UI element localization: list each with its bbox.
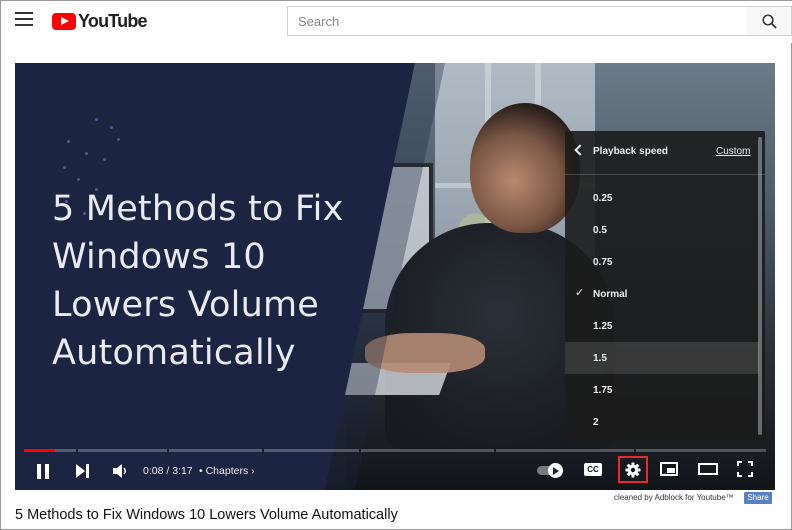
miniplayer-icon[interactable] <box>660 462 678 476</box>
youtube-play-icon <box>52 12 76 30</box>
theater-mode-icon[interactable] <box>698 463 718 475</box>
progress-played <box>24 449 56 452</box>
speed-option-label: 2 <box>593 417 599 428</box>
youtube-logo[interactable]: YouTube <box>52 10 148 31</box>
search-input[interactable] <box>288 7 746 35</box>
adblock-note: cleaned by Adblock for Youtube™ <box>614 493 734 502</box>
browser-frame: YouTube Search 5 Methods to Fix Windows … <box>0 0 792 530</box>
masthead: YouTube <box>1 1 792 43</box>
autoplay-toggle[interactable] <box>537 463 565 478</box>
speed-option-label: 0.25 <box>593 193 613 204</box>
thumbnail-title: 5 Methods to Fix Windows 10 Lowers Volum… <box>52 185 372 377</box>
speed-option-1.5[interactable]: 1.5 <box>565 342 759 374</box>
speed-option-0.25[interactable]: 0.25 <box>565 182 759 214</box>
search-box <box>287 6 747 36</box>
volume-icon[interactable] <box>111 455 129 487</box>
video-title: 5 Methods to Fix Windows 10 Lowers Volum… <box>15 507 398 523</box>
logo-text: YouTube <box>78 10 148 31</box>
person-head-shape <box>470 103 580 233</box>
speed-option-label: 0.75 <box>593 257 613 268</box>
progress-bar[interactable] <box>24 449 766 452</box>
cc-icon[interactable]: CC <box>584 463 602 476</box>
chapter-divider <box>76 449 78 452</box>
custom-speed-link[interactable]: Custom <box>716 146 750 157</box>
pause-icon[interactable] <box>35 455 53 487</box>
share-button[interactable]: Share <box>744 492 772 504</box>
speed-option-normal[interactable]: ✓ Normal <box>565 278 759 310</box>
gear-icon <box>625 462 641 478</box>
checkmark-icon: ✓ <box>575 287 585 299</box>
speed-option-label: 0.5 <box>593 225 607 236</box>
search-button[interactable] <box>746 6 792 36</box>
thumbnail-title-line: Automatically <box>52 333 296 373</box>
settings-button[interactable] <box>618 456 648 483</box>
time-display: 0:08 / 3:17 <box>143 465 193 477</box>
chapter-divider <box>262 449 264 452</box>
speed-option-label: 1.75 <box>593 385 613 396</box>
speed-option-0.75[interactable]: 0.75 <box>565 246 759 278</box>
thumbnail-title-line: 5 Methods to Fix <box>52 189 344 229</box>
chapter-divider <box>359 449 361 452</box>
speed-option-1.25[interactable]: 1.25 <box>565 310 759 342</box>
speed-option-label: 1.25 <box>593 321 613 332</box>
next-icon[interactable] <box>73 455 91 487</box>
playback-speed-menu: Playback speed Custom 0.25 0.5 0.75 ✓ No… <box>565 131 765 441</box>
player-controls: 0:08 / 3:17 • Chapters › CC <box>15 455 775 490</box>
chapters-label: • Chapters <box>199 465 249 477</box>
speed-option-label: Normal <box>593 289 628 300</box>
speed-menu-title[interactable]: Playback speed <box>593 146 668 157</box>
speed-option-0.5[interactable]: 0.5 <box>565 214 759 246</box>
speed-option-1.75[interactable]: 1.75 <box>565 374 759 406</box>
menu-icon[interactable] <box>15 12 33 28</box>
speed-menu-scrollbar[interactable] <box>758 137 762 435</box>
chevron-right-icon: › <box>251 465 255 477</box>
video-player[interactable]: 5 Methods to Fix Windows 10 Lowers Volum… <box>15 63 775 490</box>
chapter-divider <box>494 449 496 452</box>
speed-menu-header: Playback speed Custom <box>565 131 765 175</box>
speed-option-2[interactable]: 2 <box>565 406 759 438</box>
chapters-button[interactable]: • Chapters › <box>199 465 255 477</box>
search-icon <box>762 14 777 29</box>
chapter-divider <box>167 449 169 452</box>
back-chevron-icon[interactable] <box>574 144 586 156</box>
chapter-divider <box>634 449 636 452</box>
speed-option-label: 1.5 <box>593 353 607 364</box>
thumbnail-title-line: Windows 10 <box>52 237 266 277</box>
fullscreen-icon[interactable] <box>737 461 753 477</box>
thumbnail-title-line: Lowers Volume <box>52 285 319 325</box>
